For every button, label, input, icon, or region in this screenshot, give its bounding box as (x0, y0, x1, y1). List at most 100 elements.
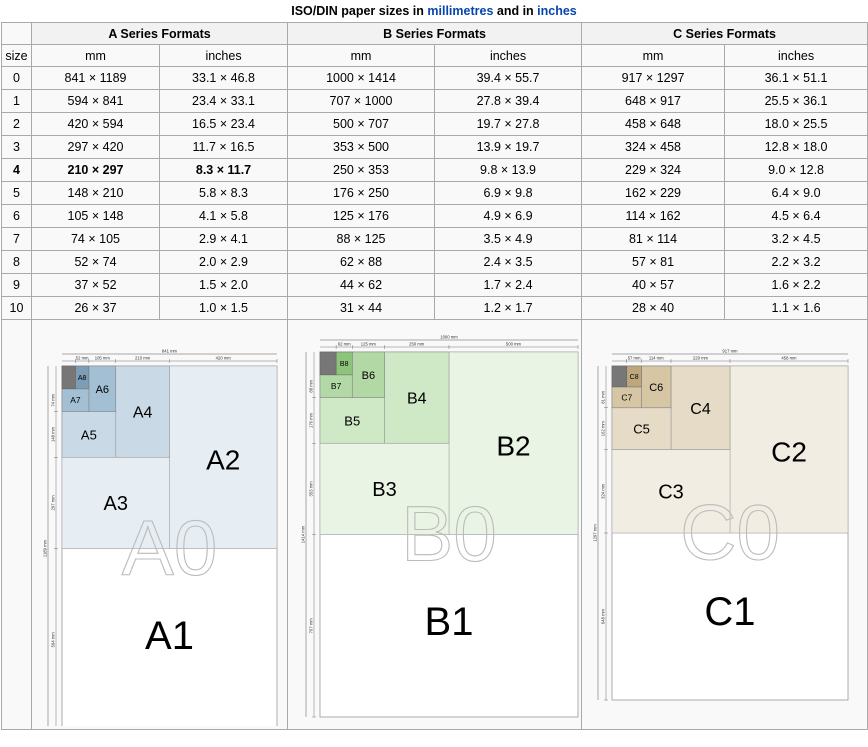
table-row: 8 52 × 74 2.0 × 2.9 62 × 88 2.4 × 3.5 57 × 81… (1, 250, 868, 274)
side-dimension-label: 1297 mm (593, 524, 598, 542)
side-dimension-label: 1414 mm (301, 525, 306, 543)
b2-label: B2 (496, 430, 530, 461)
diagram-spacer-cell (1, 319, 32, 730)
a2-label: A2 (206, 444, 240, 475)
c-mm-cell: 81 × 114 (581, 227, 726, 251)
c-in-cell: 3.2 × 4.5 (724, 227, 868, 251)
corner-cell (1, 22, 32, 45)
side-segment-label: 148 mm (51, 426, 56, 442)
caption-middle: and in (493, 4, 538, 18)
a-in-cell: 33.1 × 46.8 (158, 66, 289, 90)
c-mm-cell: 28 × 40 (581, 296, 726, 320)
c-mm-cell: 648 × 917 (581, 89, 726, 113)
b-mm-cell: 500 × 707 (287, 112, 436, 136)
c6-label: C6 (649, 382, 663, 394)
b-mm-cell: 125 × 176 (287, 204, 436, 228)
c-in-cell: 1.6 × 2.2 (724, 273, 868, 297)
a6-label: A6 (96, 384, 109, 396)
b-in-cell: 6.9 × 9.8 (434, 181, 583, 205)
a-mm-cell: 594 × 841 (31, 89, 160, 113)
b-series-diagram: B0 B1 B2 B3 B4 B5 B6 B7 B8 1000 mm 62 mm 125 mm 250 … (301, 335, 579, 718)
size-cell: 1 (1, 89, 32, 113)
b-in-cell: 9.8 × 13.9 (434, 158, 583, 182)
size-cell: 0 (1, 66, 32, 90)
size-cell: 3 (1, 135, 32, 159)
b-in-cell: 19.7 × 27.8 (434, 112, 583, 136)
top-segment-label: 250 mm (409, 342, 425, 347)
a4-label: A4 (133, 405, 153, 422)
table-row: 3 297 × 420 11.7 × 16.5 353 × 500 13.9 × 19.… (1, 135, 868, 159)
c-inches-header: inches (724, 44, 868, 67)
top-segment-label: 57 mm (628, 356, 641, 361)
b-mm-cell: 707 × 1000 (287, 89, 436, 113)
b-mm-cell: 88 × 125 (287, 227, 436, 251)
b-in-cell: 4.9 × 6.9 (434, 204, 583, 228)
a3-label: A3 (104, 493, 128, 515)
top-segment-label: 52 mm (76, 356, 89, 361)
b-in-cell: 1.2 × 1.7 (434, 296, 583, 320)
c-mm-cell: 40 × 57 (581, 273, 726, 297)
a-in-cell: 11.7 × 16.5 (158, 135, 289, 159)
a-in-cell: 1.0 × 1.5 (158, 296, 289, 320)
table-row: 9 37 × 52 1.5 × 2.0 44 × 62 1.7 × 2.4 40 × 57… (1, 273, 868, 297)
top-segment-label: 105 mm (95, 356, 111, 361)
top-segment-label: 210 mm (135, 356, 151, 361)
millimetres-link[interactable]: millimetres (427, 4, 493, 18)
c-in-cell: 9.0 × 12.8 (724, 158, 868, 182)
size-cell: 2 (1, 112, 32, 136)
side-segment-label: 297 mm (51, 495, 56, 511)
b7-label: B7 (331, 381, 342, 391)
side-segment-label: 707 mm (309, 618, 314, 634)
b9-rect (319, 351, 337, 376)
c-mm-cell: 229 × 324 (581, 158, 726, 182)
b-in-cell: 39.4 × 55.7 (434, 66, 583, 90)
top-segment-label: 420 mm (216, 356, 232, 361)
b-in-cell: 3.5 × 4.9 (434, 227, 583, 251)
c-mm-cell: 324 × 458 (581, 135, 726, 159)
b6-label: B6 (362, 370, 375, 382)
top-dimension-label: 1000 mm (440, 335, 458, 340)
table-row: 2 420 × 594 16.5 × 23.4 500 × 707 19.7 × 27.… (1, 112, 868, 136)
c-mm-cell: 114 × 162 (581, 204, 726, 228)
a0-outline-label: A0 (122, 504, 217, 592)
a-in-cell: 1.5 × 2.0 (158, 273, 289, 297)
side-segment-label: 74 mm (51, 393, 56, 406)
c-series-diagram-cell: C0 C1 C2 C3 C4 C5 C6 C7 C8 917 mm 57 mm 114 mm 229 m… (581, 319, 868, 730)
a-mm-header: mm (31, 44, 160, 67)
b-mm-cell: 44 × 62 (287, 273, 436, 297)
a1-label: A1 (145, 614, 194, 658)
b-mm-cell: 353 × 500 (287, 135, 436, 159)
a-mm-cell: 148 × 210 (31, 181, 160, 205)
size-cell: 4 (1, 158, 32, 182)
c-in-cell: 36.1 × 51.1 (724, 66, 868, 90)
b1-label: B1 (425, 600, 474, 644)
size-cell: 7 (1, 227, 32, 251)
side-segment-label: 162 mm (601, 421, 606, 437)
c5-label: C5 (633, 422, 650, 437)
side-segment-label: 324 mm (601, 483, 606, 499)
c-in-cell: 18.0 × 25.5 (724, 112, 868, 136)
c-in-cell: 1.1 × 1.6 (724, 296, 868, 320)
side-segment-label: 353 mm (309, 481, 314, 497)
c9-rect (611, 365, 628, 388)
c-series-header: C Series Formats (581, 22, 868, 45)
b0-outline-label: B0 (401, 490, 496, 578)
side-dimension-label: 1189 mm (43, 539, 48, 557)
size-header: size (1, 44, 32, 67)
table-row: 4 210 × 297 8.3 × 11.7 250 × 353 9.8 × 13.9 2… (1, 158, 868, 182)
b-mm-header: mm (287, 44, 436, 67)
b-mm-cell: 250 × 353 (287, 158, 436, 182)
a-mm-cell: 74 × 105 (31, 227, 160, 251)
c0-outline-label: C0 (680, 488, 780, 576)
table-row: 5 148 × 210 5.8 × 8.3 176 × 250 6.9 × 9.8 162… (1, 181, 868, 205)
top-segment-label: 125 mm (361, 342, 377, 347)
inches-link[interactable]: inches (537, 4, 577, 18)
b5-label: B5 (344, 413, 360, 428)
size-cell: 9 (1, 273, 32, 297)
table-row: 7 74 × 105 2.9 × 4.1 88 × 125 3.5 × 4.9 81 × … (1, 227, 868, 251)
top-segment-label: 62 mm (338, 342, 351, 347)
b-mm-cell: 31 × 44 (287, 296, 436, 320)
c-mm-cell: 917 × 1297 (581, 66, 726, 90)
b-series-header: B Series Formats (287, 22, 583, 45)
c-mm-header: mm (581, 44, 726, 67)
